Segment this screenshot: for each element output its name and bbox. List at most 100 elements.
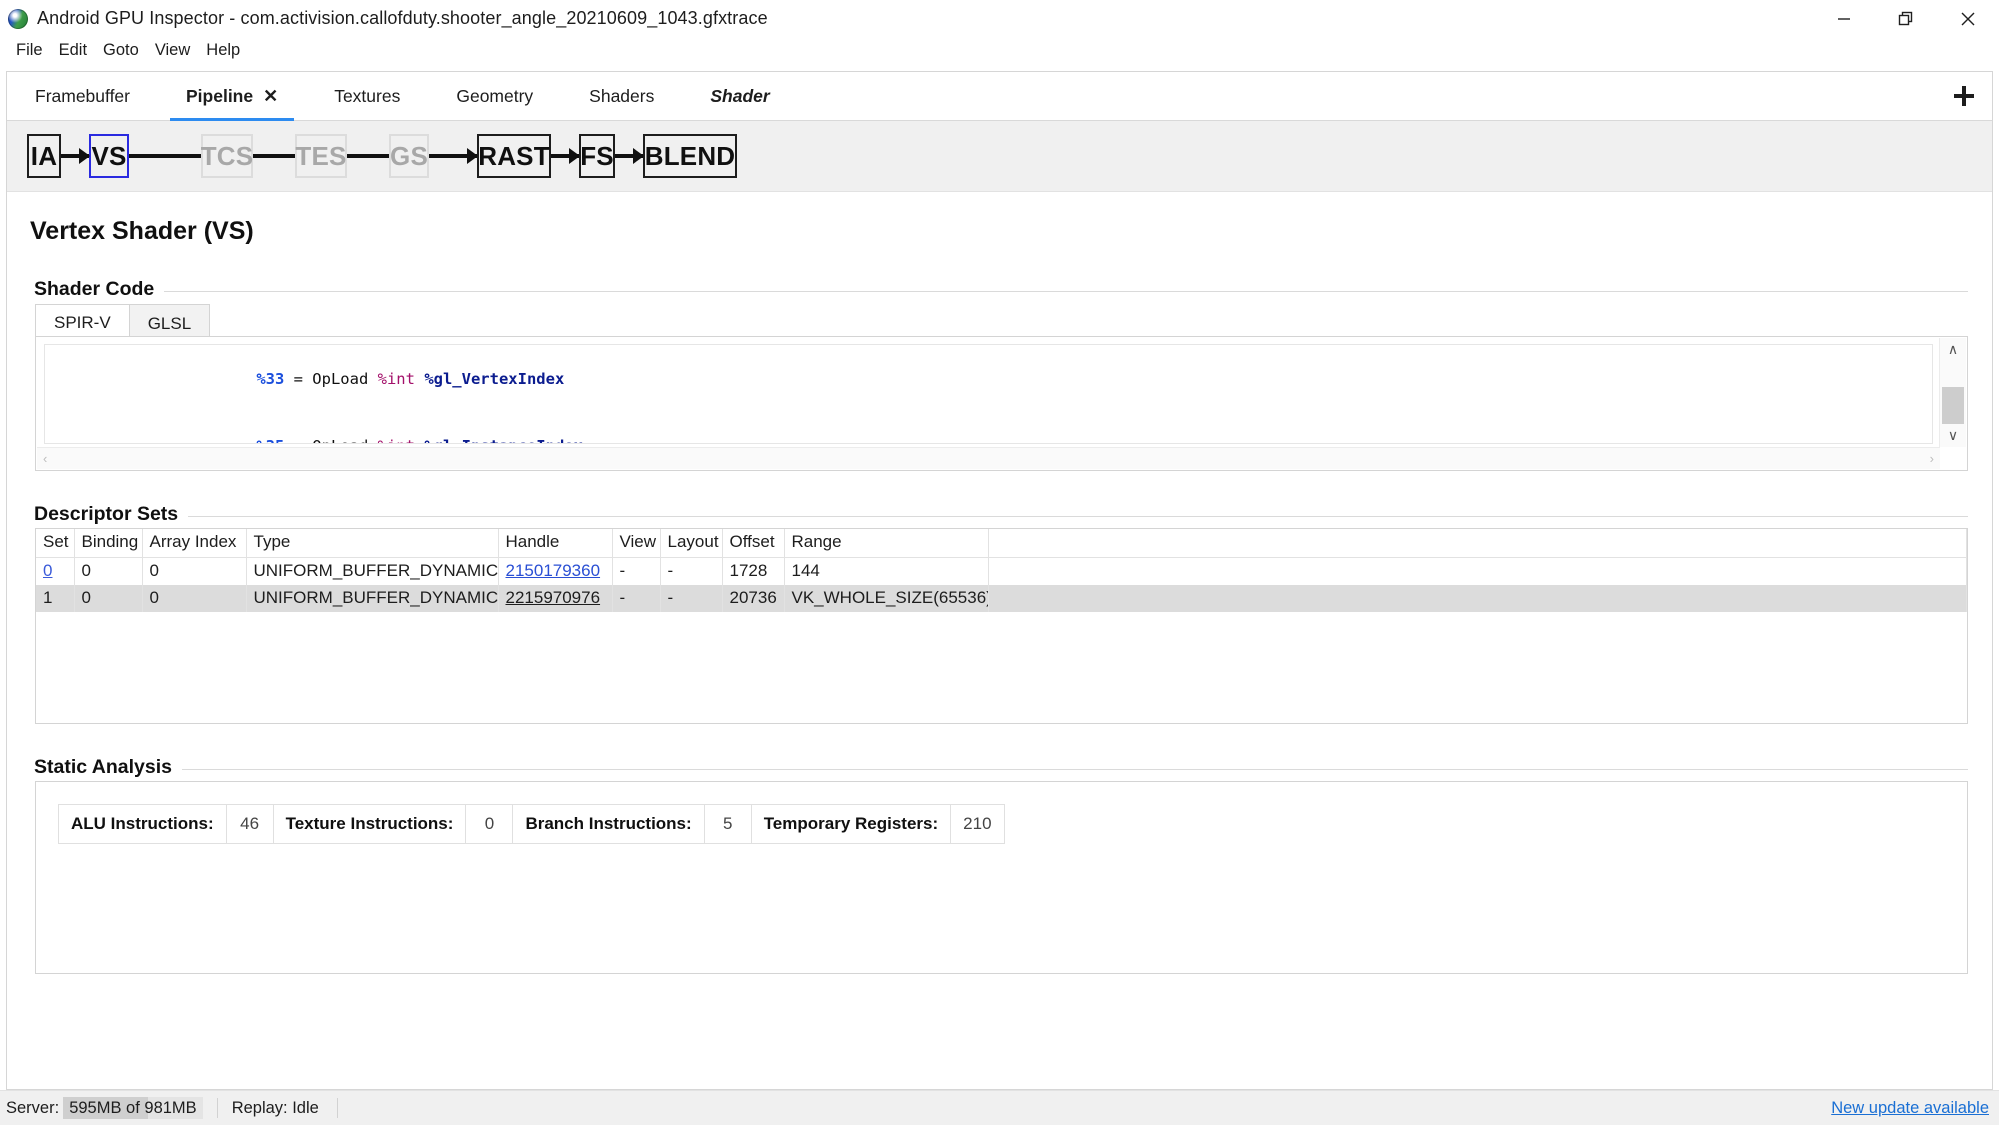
status-separator	[336, 1098, 338, 1118]
scroll-left-icon[interactable]: ‹	[43, 451, 47, 466]
cell-offset: 1728	[722, 557, 785, 585]
static-analysis-group: Static Analysis ALU Instructions: 46 Tex…	[34, 746, 1968, 974]
code-tab-glsl[interactable]: GLSL	[128, 304, 211, 337]
col-view[interactable]: View	[612, 529, 661, 558]
pipeline-stage-fs[interactable]: FS	[579, 134, 615, 178]
pipeline-stage-bar: IA VS TCS TES GS RAST FS BLEND	[7, 121, 1992, 192]
tab-framebuffer[interactable]: Framebuffer	[7, 72, 158, 120]
pipeline-stage-tcs[interactable]: TCS	[201, 134, 253, 178]
title-bar: Android GPU Inspector - com.activision.c…	[0, 0, 1999, 37]
tab-label: Shaders	[589, 85, 655, 106]
scroll-right-icon[interactable]: ›	[1930, 451, 1934, 466]
cell-binding: 0	[74, 557, 143, 585]
pipeline-arrow	[347, 154, 389, 158]
cell-offset: 20736	[722, 585, 785, 612]
col-binding[interactable]: Binding	[74, 529, 143, 558]
col-layout[interactable]: Layout	[660, 529, 723, 558]
code-tab-spirv[interactable]: SPIR-V	[35, 304, 130, 337]
shader-code-viewer[interactable]: %33 = OpLoad %int %gl_VertexIndex %35 = …	[35, 336, 1968, 471]
cell-set[interactable]: 1	[36, 585, 75, 612]
cell-handle[interactable]: 2150179360	[506, 561, 601, 580]
pipeline-body: Vertex Shader (VS) Shader Code SPIR-V GL…	[7, 192, 1992, 1089]
scroll-down-icon[interactable]: ∨	[1940, 424, 1966, 447]
window-controls	[1813, 0, 1999, 37]
replay-status: Replay: Idle	[231, 1098, 319, 1117]
menu-view[interactable]: View	[147, 39, 198, 63]
cell-handle[interactable]: 2215970976	[506, 588, 601, 607]
col-type[interactable]: Type	[246, 529, 499, 558]
static-analysis-panel: ALU Instructions: 46 Texture Instruction…	[35, 781, 1968, 974]
pipeline-stage-tes[interactable]: TES	[295, 134, 347, 178]
static-analysis-metrics: ALU Instructions: 46 Texture Instruction…	[58, 804, 1005, 844]
table-row[interactable]: 1 0 0 UNIFORM_BUFFER_DYNAMIC 2215970976 …	[36, 585, 1967, 612]
main-panel: Framebuffer Pipeline ✕ Textures Geometry…	[6, 71, 1993, 1090]
window-title: Android GPU Inspector - com.activision.c…	[37, 8, 768, 28]
status-separator	[216, 1098, 218, 1118]
metric-label-branch: Branch Instructions:	[513, 805, 705, 843]
menu-edit[interactable]: Edit	[51, 39, 95, 63]
code-line: %35 = OpLoad %int %gl_InstanceIndex	[107, 413, 1932, 443]
agi-logo-icon	[8, 8, 28, 29]
col-handle[interactable]: Handle	[498, 529, 613, 558]
pipeline-stage-ia[interactable]: IA	[27, 134, 61, 178]
cell-range: VK_WHOLE_SIZE(65536)	[784, 585, 989, 612]
pipeline-arrow	[551, 154, 579, 158]
cell-layout: -	[660, 557, 723, 585]
descriptor-sets-group: Descriptor Sets Set Binding Array Index …	[34, 493, 1968, 724]
shader-code-text: %33 = OpLoad %int %gl_VertexIndex %35 = …	[44, 344, 1933, 444]
cell-type: UNIFORM_BUFFER_DYNAMIC	[246, 585, 499, 612]
table-header-row: Set Binding Array Index Type Handle View…	[36, 529, 1967, 558]
restore-button[interactable]	[1875, 0, 1937, 37]
pipeline-stage-blend[interactable]: BLEND	[643, 134, 737, 178]
code-horizontal-scrollbar[interactable]: ‹ ›	[37, 447, 1940, 469]
code-vertical-scrollbar[interactable]: ∧ ∨	[1939, 338, 1966, 447]
pipeline-stage-vs[interactable]: VS	[89, 134, 129, 178]
tab-shaders[interactable]: Shaders	[561, 72, 682, 120]
minimize-button[interactable]	[1813, 0, 1875, 37]
cell-array-index: 0	[142, 557, 247, 585]
cell-set[interactable]: 0	[43, 561, 52, 580]
pipeline-stage-gs[interactable]: GS	[389, 134, 429, 178]
cell-array-index: 0	[142, 585, 247, 612]
col-filler	[988, 529, 1967, 558]
server-label: Server:	[6, 1098, 60, 1117]
status-bar: Server: 595MB of 981MB Replay: Idle New …	[0, 1090, 1999, 1125]
metric-label-alu: ALU Instructions:	[59, 805, 227, 843]
table-row[interactable]: 0 0 0 UNIFORM_BUFFER_DYNAMIC 2150179360 …	[36, 557, 1967, 585]
tab-pipeline[interactable]: Pipeline ✕	[158, 72, 306, 121]
col-range[interactable]: Range	[784, 529, 989, 558]
col-offset[interactable]: Offset	[722, 529, 785, 558]
tab-close-icon[interactable]: ✕	[263, 87, 278, 105]
tab-textures[interactable]: Textures	[306, 72, 428, 120]
cell-range: 144	[784, 557, 989, 585]
new-update-link[interactable]: New update available	[1831, 1099, 1989, 1118]
tab-geometry[interactable]: Geometry	[428, 72, 561, 120]
close-button[interactable]	[1937, 0, 1999, 37]
tab-label: Framebuffer	[35, 85, 130, 106]
page-title: Vertex Shader (VS)	[30, 217, 254, 245]
tab-shader[interactable]: Shader	[682, 72, 797, 120]
menu-goto[interactable]: Goto	[95, 39, 147, 63]
shader-code-group-title: Shader Code	[34, 278, 165, 301]
cell-type: UNIFORM_BUFFER_DYNAMIC	[246, 557, 499, 585]
shader-code-group-box: SPIR-V GLSL %33 = OpLoad %int %gl_Vertex…	[35, 291, 1968, 471]
pipeline-stage-rast[interactable]: RAST	[477, 134, 551, 178]
metric-label-temp-reg: Temporary Registers:	[752, 805, 952, 843]
cell-layout: -	[660, 585, 723, 612]
scrollbar-thumb[interactable]	[1942, 386, 1964, 425]
scroll-up-icon[interactable]: ∧	[1940, 338, 1966, 361]
descriptor-sets-group-box: Set Binding Array Index Type Handle View…	[35, 516, 1968, 724]
col-array-index[interactable]: Array Index	[142, 529, 247, 558]
metric-value-alu: 46	[227, 805, 274, 843]
descriptor-sets-table-wrap: Set Binding Array Index Type Handle View…	[35, 528, 1968, 724]
collapse-panes-button[interactable]	[1936, 72, 1992, 120]
col-set[interactable]: Set	[36, 529, 75, 558]
pipeline-arrow	[253, 154, 295, 158]
view-tab-strip: Framebuffer Pipeline ✕ Textures Geometry…	[7, 72, 1992, 121]
restore-icon	[1898, 11, 1913, 25]
menu-help[interactable]: Help	[198, 39, 248, 63]
tab-label: Geometry	[456, 85, 534, 106]
menu-file[interactable]: File	[8, 39, 51, 63]
tab-label: Pipeline	[186, 85, 254, 106]
cell-view: -	[612, 585, 661, 612]
